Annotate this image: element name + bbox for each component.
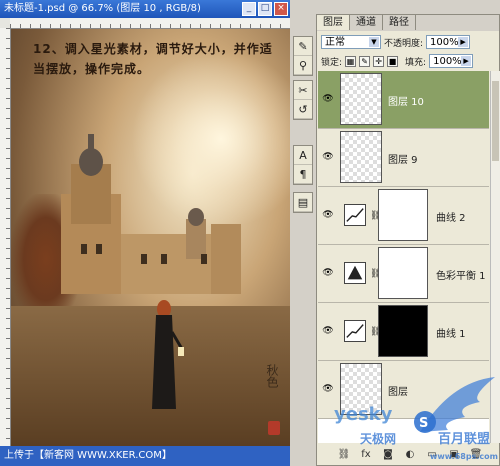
link-layers-icon[interactable]: ⛓: [337, 448, 351, 462]
layer-row-curves-1[interactable]: 👁 ⛓ 曲线 1: [318, 303, 489, 361]
vertical-ruler[interactable]: [0, 28, 11, 446]
layers-panel: 图层 通道 路径 正常 ▼ 不透明度: 100% ▶ 锁定: ▦ ✎ ✛ ■ 填…: [316, 14, 500, 466]
tab-channels[interactable]: 通道: [350, 15, 383, 30]
fill-field[interactable]: 100% ▶: [429, 54, 474, 68]
tutorial-caption: 12、调入星光素材，调节好大小，并作适当摆放，操作完成。: [33, 42, 273, 76]
layer-name: 图层: [388, 387, 408, 398]
layer-row-color-balance-1[interactable]: 👁 ⛓ 色彩平衡 1: [318, 245, 489, 303]
document-title-bar[interactable]: 未标题-1.psd @ 66.7% (图层 10 , RGB/8) _ □ ×: [0, 0, 290, 18]
tool-group-2: ✂ ↺: [293, 80, 313, 120]
document-title: 未标题-1.psd @ 66.7% (图层 10 , RGB/8): [4, 3, 201, 14]
red-seal: [268, 421, 280, 435]
tool-strip: ✎ ⚲ ✂ ↺ A ¶ ▤: [292, 0, 314, 230]
lock-move-icon[interactable]: ✛: [373, 55, 385, 67]
eye-icon[interactable]: 👁: [322, 209, 334, 221]
layer-name: 色彩平衡 1: [436, 271, 486, 282]
castle-illustration: [61, 134, 241, 294]
layer-row-image[interactable]: 👁 图层: [318, 361, 489, 419]
lock-paint-icon[interactable]: ✎: [359, 55, 371, 67]
eye-icon[interactable]: 👁: [322, 267, 334, 279]
layer-thumbnail: [340, 131, 382, 183]
chevron-down-icon: ▶: [461, 56, 472, 66]
minimize-icon[interactable]: _: [242, 2, 256, 16]
text-icon[interactable]: A: [294, 146, 312, 165]
new-layer-icon[interactable]: ▣: [447, 448, 461, 462]
layer-mask-thumbnail: [378, 189, 428, 241]
fill-label: 填充:: [405, 57, 427, 68]
document-window: 未标题-1.psd @ 66.7% (图层 10 , RGB/8) _ □ ×: [0, 0, 290, 466]
curves-icon: [344, 320, 366, 342]
new-group-icon[interactable]: ▭: [425, 448, 439, 462]
tool-group-3: A ¶: [293, 145, 313, 185]
opacity-field[interactable]: 100% ▶: [426, 35, 471, 49]
tool-group-1: ✎ ⚲: [293, 36, 313, 76]
blend-mode-value: 正常: [325, 37, 345, 48]
girl-figure: [152, 300, 184, 409]
tab-layers[interactable]: 图层: [317, 15, 350, 30]
layer-mask-thumbnail: [378, 305, 428, 357]
adjustment-layer-icon[interactable]: ◐: [403, 448, 417, 462]
add-mask-icon[interactable]: ◙: [381, 448, 395, 462]
horizontal-ruler[interactable]: [10, 18, 290, 29]
layer-thumbnail: [340, 363, 382, 415]
lock-label: 锁定:: [321, 57, 343, 68]
eye-icon[interactable]: 👁: [322, 383, 334, 395]
tool-group-4: ▤: [293, 192, 313, 213]
opacity-label: 不透明度:: [384, 38, 424, 49]
eye-icon[interactable]: 👁: [322, 151, 334, 163]
tab-paths[interactable]: 路径: [383, 15, 416, 30]
layer-name: 图层 10: [388, 97, 424, 108]
paragraph-icon[interactable]: ¶: [294, 165, 312, 184]
panel-tabs: 图层 通道 路径: [317, 15, 499, 31]
window-controls: _ □ ×: [242, 2, 288, 16]
layers-list: 👁 图层 10 👁 图层 9 👁 ⛓ 曲线 2 👁 ⛓ 色彩平衡 1 👁 ⛓ 曲…: [318, 71, 489, 443]
chevron-down-icon: ▼: [369, 37, 379, 47]
lock-transparent-icon[interactable]: ▦: [345, 55, 357, 67]
delete-layer-icon[interactable]: 🗑: [469, 448, 483, 462]
layer-comps-icon[interactable]: ▤: [294, 193, 312, 212]
eye-icon[interactable]: 👁: [322, 325, 334, 337]
history-icon[interactable]: ↺: [294, 100, 312, 119]
layers-scrollbar[interactable]: [490, 71, 500, 443]
scroll-thumb[interactable]: [492, 81, 499, 161]
layer-mask-thumbnail: [378, 247, 428, 299]
image-canvas[interactable]: 秋色 12、调入星光素材，调节好大小，并作适当摆放，操作完成。: [11, 29, 290, 446]
close-icon[interactable]: ×: [274, 2, 288, 16]
maximize-icon[interactable]: □: [258, 2, 272, 16]
eye-icon[interactable]: 👁: [322, 93, 334, 105]
layer-row-layer-9[interactable]: 👁 图层 9: [318, 129, 489, 187]
lock-row: 锁定: ▦ ✎ ✛ ■ 填充: 100% ▶: [321, 53, 497, 69]
layer-name: 图层 9: [388, 155, 418, 166]
scissors-icon[interactable]: ✂: [294, 81, 312, 100]
layer-thumbnail: [340, 73, 382, 125]
stamp-icon[interactable]: ⚲: [294, 56, 312, 75]
lock-all-icon[interactable]: ■: [387, 55, 399, 67]
layer-name: 曲线 2: [436, 213, 466, 224]
blend-mode-select[interactable]: 正常 ▼: [321, 35, 381, 49]
layer-style-icon[interactable]: fx: [359, 448, 373, 462]
status-bar: 上传于【新客网 WWW.XKER.COM】: [0, 446, 290, 466]
layer-row-curves-2[interactable]: 👁 ⛓ 曲线 2: [318, 187, 489, 245]
blend-row: 正常 ▼ 不透明度: 100% ▶: [321, 34, 497, 50]
brush-icon[interactable]: ✎: [294, 37, 312, 56]
curves-icon: [344, 204, 366, 226]
opacity-value: 100%: [430, 37, 459, 48]
layer-name: 曲线 1: [436, 329, 466, 340]
layers-panel-footer: ⛓ fx ◙ ◐ ▭ ▣ 🗑: [317, 445, 499, 465]
color-balance-icon: [344, 262, 366, 284]
chevron-down-icon: ▶: [458, 37, 469, 47]
layer-row-layer-10[interactable]: 👁 图层 10: [318, 71, 489, 129]
fill-value: 100%: [433, 56, 462, 67]
